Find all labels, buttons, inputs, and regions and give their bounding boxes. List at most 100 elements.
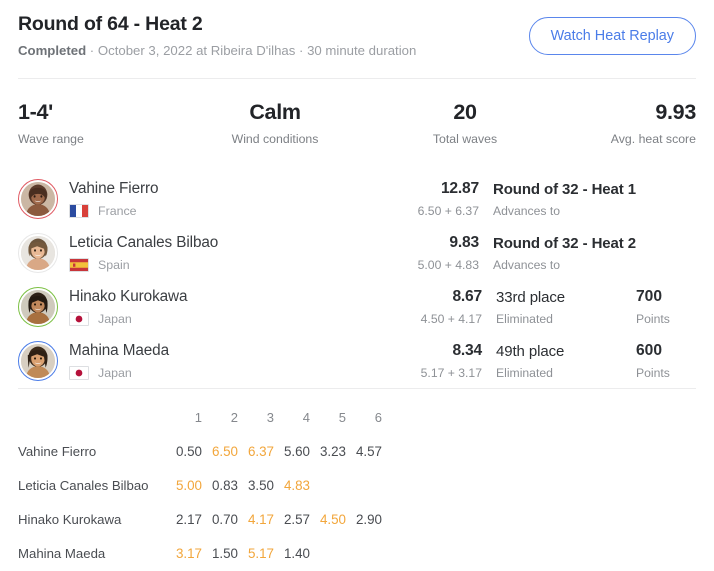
wave-score-cell: 2.17 [175, 511, 202, 527]
avatar-ring [18, 233, 58, 274]
counted-waves-sum: 4.50 + 4.17 [420, 311, 482, 326]
wave-score-cell: 2.57 [283, 511, 310, 527]
athlete-name: Hinako Kurokawa [69, 288, 188, 306]
outcome-title: Round of 32 - Heat 1 [492, 180, 636, 198]
stat-wind-conditions: Calm Wind conditions [172, 100, 352, 146]
athlete-identity: Leticia Canales Bilbao Spain [69, 234, 383, 272]
avatar-ring [18, 341, 58, 382]
points-label: Points [636, 311, 670, 326]
wave-score-cell: 0.70 [211, 511, 238, 527]
outcome-status: Advances to [492, 203, 561, 218]
wave-score-cell: 3.23 [319, 443, 346, 459]
nationality-label: Spain [98, 257, 130, 272]
table-row[interactable]: Hinako Kurokawa Japan 8.67 4.50 + 4.17 3… [18, 280, 696, 334]
wave-row-spacer [384, 434, 696, 468]
wave-row-spacer [384, 468, 696, 502]
page-title: Round of 64 - Heat 2 [18, 13, 203, 35]
avatar [21, 290, 55, 325]
wave-score-cell: 4.57 [355, 443, 382, 459]
stat-label: Avg. heat score [610, 132, 696, 147]
wave-row-name: Vahine Fierro [18, 443, 97, 459]
table-row[interactable]: Mahina Maeda Japan 8.34 5.17 + 3.17 49th… [18, 334, 696, 388]
athlete-outcome: Round of 32 - Heat 2 Advances to [493, 235, 636, 272]
counted-waves-sum: 5.17 + 3.17 [420, 365, 482, 380]
stat-label: Wind conditions [231, 132, 319, 147]
stat-value: 1-4' [18, 100, 53, 125]
athlete-name: Vahine Fierro [69, 180, 159, 198]
heat-stats: 1-4' Wave range Calm Wind conditions 20 … [0, 79, 714, 166]
athlete-identity: Hinako Kurokawa Japan [69, 288, 386, 326]
table-row[interactable]: Vahine Fierro France 12.87 6.50 + 6.37 R… [18, 172, 696, 226]
stat-value: 20 [453, 100, 477, 125]
heat-total-score: 9.83 [449, 234, 479, 252]
wave-score-cell: 0.50 [175, 443, 202, 459]
flag-spain-icon [69, 257, 89, 272]
outcome-status: Eliminated [496, 365, 553, 380]
wave-score-cell: 6.50 [211, 443, 238, 459]
outcome-title: 33rd place [496, 288, 566, 306]
wave-row: Hinako Kurokawa 2.17 0.70 4.17 2.57 4.50… [18, 502, 696, 536]
wave-score-cell: 4.50 [319, 511, 346, 527]
athlete-points: 600 Points [636, 342, 696, 380]
athlete-nationality: Japan [69, 311, 386, 326]
counted-waves-sum: 5.00 + 4.83 [417, 257, 479, 272]
wave-score-cell: 3.50 [247, 477, 274, 493]
wave-header-3: 3 [266, 409, 274, 425]
wave-header-2: 2 [230, 409, 238, 425]
outcome-title: Round of 32 - Heat 2 [492, 234, 636, 252]
table-row[interactable]: Leticia Canales Bilbao Spain 9.83 5.00 +… [18, 226, 696, 280]
stat-value: 9.93 [655, 100, 696, 125]
flag-france-icon [69, 203, 89, 218]
points-value: 600 [636, 342, 663, 360]
wave-score-cell: 2.90 [355, 511, 382, 527]
heat-total-score: 8.34 [452, 342, 482, 360]
athlete-score: 8.34 5.17 + 3.17 [386, 342, 483, 380]
wave-row: Vahine Fierro 0.50 6.50 6.37 5.60 3.23 4… [18, 434, 696, 468]
points-value: 700 [636, 288, 663, 306]
wave-row-name: Leticia Canales Bilbao [18, 477, 149, 493]
wave-score-cell [348, 468, 384, 502]
wave-score-cell: 5.60 [283, 443, 310, 459]
wave-row-spacer [384, 502, 696, 536]
outcome-status: Advances to [492, 257, 561, 272]
heat-detail-page: Round of 64 - Heat 2 Completed · October… [0, 0, 714, 571]
athlete-outcome: 49th place Eliminated [496, 343, 636, 380]
stat-avg-heat-score: 9.93 Avg. heat score [542, 100, 697, 147]
athlete-score: 8.67 4.50 + 4.17 [386, 288, 483, 326]
nationality-label: Japan [98, 365, 132, 380]
wave-score-cell [312, 468, 348, 502]
watch-heat-replay-button[interactable]: Watch Heat Replay [528, 17, 696, 56]
avatar [21, 344, 55, 379]
stat-value: Calm [249, 100, 301, 125]
avatar [21, 182, 55, 217]
wave-score-cell: 5.00 [175, 477, 202, 493]
wave-score-cell: 4.17 [247, 511, 274, 527]
athlete-points: 700 Points [636, 288, 696, 326]
stat-wave-range: 1-4' Wave range [18, 100, 172, 146]
avatar-ring [18, 287, 58, 328]
wave-score-cell: 5.17 [247, 545, 274, 561]
athlete-portrait-icon [21, 236, 55, 271]
heat-total-score: 8.67 [452, 288, 482, 306]
wave-score-cell: 0.83 [211, 477, 238, 493]
nationality-label: Japan [98, 311, 132, 326]
athlete-nationality: Spain [69, 257, 383, 272]
wave-header-name [18, 400, 168, 434]
avatar-ring [18, 179, 58, 220]
wave-score-cell: 1.50 [211, 545, 238, 561]
wave-scores-table: 1 2 3 4 5 6 Vahine Fierro 0.50 6.50 6.37… [0, 389, 714, 570]
flag-japan-icon [69, 311, 89, 326]
athlete-portrait-icon [21, 290, 55, 325]
heat-header-text: Round of 64 - Heat 2 Completed · October… [18, 11, 416, 59]
wave-row-spacer [384, 536, 696, 570]
wave-row: Leticia Canales Bilbao 5.00 0.83 3.50 4.… [18, 468, 696, 502]
athlete-identity: Vahine Fierro France [69, 180, 383, 218]
wave-score-cell: 3.17 [175, 545, 202, 561]
flag-japan-icon [69, 365, 89, 380]
points-label: Points [636, 365, 670, 380]
athlete-outcome: Round of 32 - Heat 1 Advances to [493, 181, 636, 218]
stat-label: Total waves [432, 132, 498, 147]
athlete-score: 12.87 6.50 + 6.37 [383, 180, 480, 218]
athlete-points [636, 197, 696, 202]
stat-total-waves: 20 Total waves [352, 100, 542, 146]
